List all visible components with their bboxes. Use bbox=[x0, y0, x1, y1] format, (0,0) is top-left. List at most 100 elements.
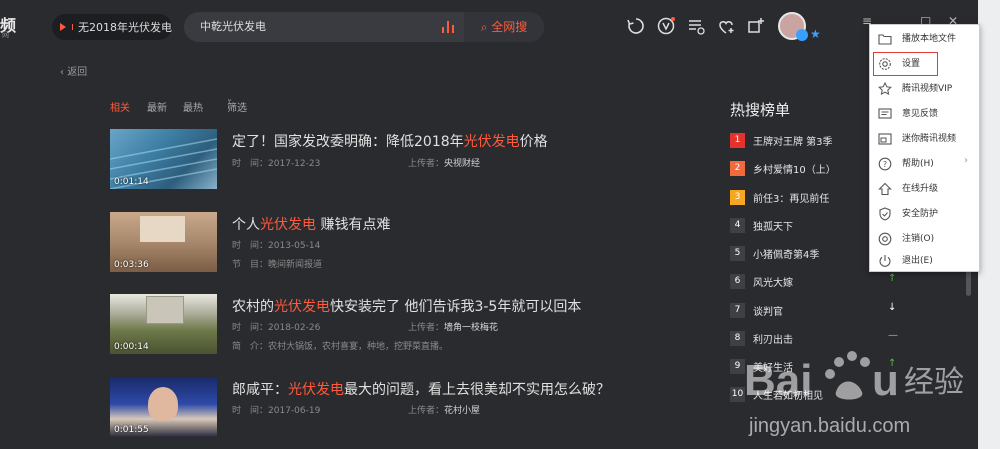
result-title[interactable]: 农村的光伏发电快安装完了 他们告诉我3-5年就可以回本 bbox=[232, 296, 581, 316]
video-thumbnail[interactable]: 0:01:55 bbox=[110, 377, 217, 437]
search-button-label: 全网搜 bbox=[491, 20, 528, 34]
title-highlight: 光伏发电 bbox=[260, 217, 316, 233]
feedback-icon bbox=[878, 108, 892, 119]
tab-relevant[interactable]: 相关 bbox=[110, 99, 130, 114]
result-item[interactable]: 0:01:55 郎咸平：光伏发电最大的问题，看上去很美却不实用怎么破？ 时 间：… bbox=[110, 377, 700, 437]
menu-item-vip[interactable]: 腾讯视频VIP bbox=[870, 77, 979, 101]
menu-label: 腾讯视频VIP bbox=[902, 84, 953, 94]
time-value: 2017-12-23 bbox=[268, 159, 321, 169]
title-bar: 频 网 无2018年光伏发电 中乾光伏发电 ⌕ 全网搜 ★ ≡ □ ✕ bbox=[0, 0, 978, 52]
desktop-edge bbox=[978, 0, 1000, 449]
result-item[interactable]: 0:01:14 定了！国家发改委明确：降低2018年光伏发电价格 时 间：201… bbox=[110, 129, 700, 189]
tab-newest[interactable]: 最新 bbox=[147, 99, 167, 114]
main-context-menu: 播放本地文件 设置 腾讯视频VIP 意见反馈 迷你腾讯视频 ? 帮助(H) › … bbox=[869, 24, 980, 272]
result-program: 节 目：晚间新闻报道 bbox=[232, 257, 322, 270]
result-time: 时 间：2013-05-14 bbox=[232, 238, 320, 251]
play-icon[interactable] bbox=[60, 23, 66, 31]
result-uploader: 上传者：花村小屋 bbox=[408, 403, 480, 416]
rank-number: 6 bbox=[730, 274, 745, 289]
help-icon: ? bbox=[878, 157, 892, 171]
menu-item-settings[interactable]: 设置 bbox=[870, 52, 979, 76]
back-label: 返回 bbox=[67, 67, 88, 78]
avatar-badge-icon bbox=[796, 29, 808, 41]
menu-label: 安全防护 bbox=[902, 209, 939, 219]
result-title[interactable]: 郎咸平：光伏发电最大的问题，看上去很美却不实用怎么破？ bbox=[232, 379, 610, 399]
time-label: 时 间： bbox=[232, 406, 269, 416]
download-icon[interactable] bbox=[746, 16, 766, 36]
result-description: 简 介：农村大锅饭，农村喜宴，种地，挖野菜直播。 bbox=[232, 339, 448, 352]
time-label: 时 间： bbox=[232, 241, 269, 251]
result-item[interactable]: 0:00:14 农村的光伏发电快安装完了 他们告诉我3-5年就可以回本 时 间：… bbox=[110, 294, 700, 354]
rank-number: 5 bbox=[730, 246, 745, 261]
rank-number: 8 bbox=[730, 331, 745, 346]
favorite-icon[interactable] bbox=[716, 16, 736, 36]
chevron-down-icon: ˅ bbox=[227, 99, 232, 110]
rank-number: 1 bbox=[730, 133, 745, 148]
baidu-watermark: Bai u 经验 jingyan.baidu.com bbox=[744, 340, 978, 440]
video-thumbnail[interactable]: 0:00:14 bbox=[110, 294, 217, 354]
uploader-name[interactable]: 墙角一枝梅花 bbox=[444, 323, 498, 333]
search-all-button[interactable]: ⌕ 全网搜 bbox=[464, 12, 544, 42]
title-text: 农村的 bbox=[232, 299, 274, 315]
back-link[interactable]: ‹ 返回 bbox=[60, 63, 87, 78]
menu-label: 退出(E) bbox=[902, 256, 933, 266]
gear-icon bbox=[879, 58, 891, 70]
menu-item-help[interactable]: ? 帮助(H) › bbox=[870, 152, 979, 176]
vip-star-icon: ★ bbox=[810, 27, 821, 41]
title-text: 定了！国家发改委明确：降低2018年 bbox=[232, 134, 464, 150]
mini-player-icon bbox=[878, 133, 892, 145]
time-value: 2017-06-19 bbox=[268, 406, 321, 416]
logout-icon bbox=[878, 232, 892, 246]
menu-item-open-local-file[interactable]: 播放本地文件 bbox=[870, 27, 979, 51]
uploader-label: 上传者： bbox=[408, 323, 445, 333]
uploader-name[interactable]: 央视财经 bbox=[444, 159, 480, 169]
menu-item-mini-player[interactable]: 迷你腾讯视频 bbox=[870, 127, 979, 151]
history-icon[interactable] bbox=[626, 16, 646, 36]
menu-item-feedback[interactable]: 意见反馈 bbox=[870, 102, 979, 126]
hot-list-item[interactable]: 7 谈判官 ↓ bbox=[730, 301, 930, 321]
result-time: 时 间：2018-02-26 bbox=[232, 320, 320, 333]
stop-icon[interactable] bbox=[72, 24, 73, 30]
watermark-brand: 经验 bbox=[904, 365, 964, 400]
uploader-label: 上传者： bbox=[408, 159, 445, 169]
now-playing-pill[interactable]: 无2018年光伏发电 bbox=[52, 14, 172, 40]
time-label: 时 间： bbox=[232, 159, 269, 169]
result-time: 时 间：2017-12-23 bbox=[232, 156, 320, 169]
title-text: 郎咸平： bbox=[232, 382, 288, 398]
menu-item-security[interactable]: 安全防护 bbox=[870, 202, 979, 226]
thumb-face bbox=[148, 387, 178, 421]
program-value: 晚间新闻报道 bbox=[268, 260, 323, 270]
video-thumbnail[interactable]: 0:01:14 bbox=[110, 129, 217, 189]
video-duration: 0:01:14 bbox=[114, 177, 149, 187]
search-bar[interactable]: 中乾光伏发电 ⌕ 全网搜 bbox=[184, 12, 544, 42]
search-input[interactable]: 中乾光伏发电 bbox=[200, 12, 266, 42]
app-logo[interactable]: 频 网 bbox=[0, 12, 22, 40]
rank-number: 9 bbox=[730, 359, 745, 374]
video-thumbnail[interactable]: 0:03:36 bbox=[110, 212, 217, 272]
menu-item-exit[interactable]: 退出(E) bbox=[870, 249, 979, 273]
watermark-url: jingyan.baidu.com bbox=[748, 415, 910, 437]
menu-label: 在线升级 bbox=[902, 184, 939, 194]
hot-item-title: 王牌对王牌 第3季 bbox=[753, 137, 833, 148]
folder-icon bbox=[878, 34, 892, 45]
description-value: 农村大锅饭，农村喜宴，种地，挖野菜直播。 bbox=[268, 342, 449, 352]
result-item[interactable]: 0:03:36 个人光伏发电 赚钱有点难 时 间：2013-05-14 节 目：… bbox=[110, 212, 700, 272]
result-title[interactable]: 定了！国家发改委明确：降低2018年光伏发电价格 bbox=[232, 131, 548, 151]
user-avatar[interactable] bbox=[778, 12, 808, 41]
thumb-sign bbox=[140, 216, 185, 242]
rank-number: 3 bbox=[730, 190, 745, 205]
playlist-icon[interactable] bbox=[686, 16, 706, 36]
menu-item-upgrade[interactable]: 在线升级 bbox=[870, 177, 979, 201]
power-icon bbox=[879, 255, 891, 267]
hot-list-item[interactable]: 6 风光大嫁 ↑ bbox=[730, 272, 930, 292]
menu-item-logout[interactable]: 注销(O) bbox=[870, 227, 979, 251]
uploader-name[interactable]: 花村小屋 bbox=[444, 406, 480, 416]
tab-hottest[interactable]: 最热 bbox=[183, 99, 203, 114]
video-duration: 0:00:14 bbox=[114, 342, 149, 352]
vip-icon[interactable] bbox=[656, 16, 676, 36]
voice-search-icon[interactable] bbox=[442, 21, 456, 33]
result-title[interactable]: 个人光伏发电 赚钱有点难 bbox=[232, 214, 390, 234]
video-duration: 0:01:55 bbox=[114, 425, 149, 435]
menu-label: 设置 bbox=[902, 59, 921, 69]
title-text: 最大的问题，看上去很美却不实用怎么破？ bbox=[344, 382, 610, 398]
